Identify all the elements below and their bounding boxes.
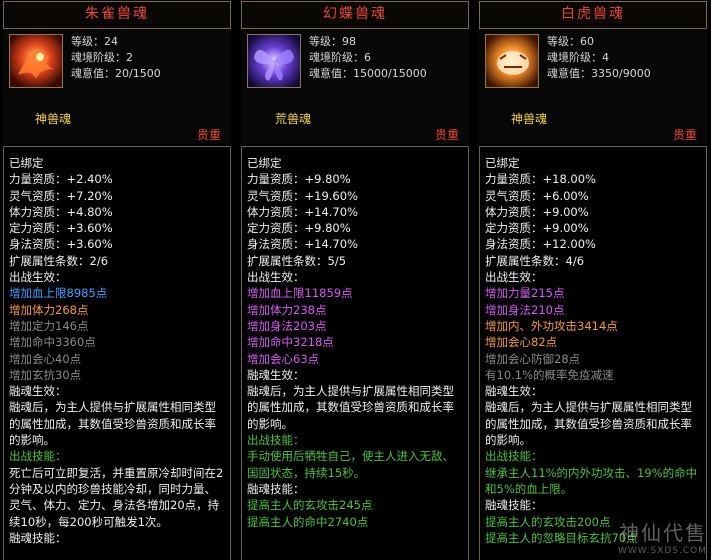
detail-line: 增加会心40点 (9, 351, 82, 366)
detail-line: 扩展属性条数：2/6 (9, 253, 109, 268)
detail-line: 身法资质：+3.60% (9, 237, 113, 252)
rarity-label: 贵重 (672, 128, 697, 142)
detail-line: 身法资质：+14.70% (247, 237, 358, 252)
detail-line: 增加血上限8985点 (9, 286, 108, 301)
soul-type-label: 神兽魂 (511, 112, 548, 126)
detail-line: 出战技能： (485, 449, 543, 464)
detail-line: 已绑定 (247, 156, 282, 170)
detail-line: 出战生效： (9, 270, 67, 285)
realm-tier-text: 魂境阶级：6 (309, 51, 371, 64)
detail-line: 增加会心82点 (485, 335, 558, 350)
detail-line: 增加体力238点 (247, 302, 327, 317)
detail-line: 已绑定 (485, 156, 520, 170)
detail-line: 定力资质：+9.00% (485, 221, 589, 236)
detail-line: 融魂技能： (9, 530, 67, 545)
detail-line: 体力资质：+14.70% (247, 204, 358, 219)
detail-line: 融魂技能： (247, 481, 305, 496)
card-header: 等级：24 魂境阶级：2 魂意值：20/1500 神兽魂 贵重 (3, 30, 231, 144)
detail-line: 增加会心防御28点 (485, 351, 581, 366)
level-text: 等级：98 (309, 35, 356, 48)
detail-line: 死亡后可立即复活，并重置原冷却时间在2分钟及以内的珍兽技能冷却，同时力量、灵气、… (9, 465, 224, 529)
detail-line: 灵气资质：+19.60% (247, 188, 358, 203)
beast-soul-panels: 朱雀兽魂 等级：24 魂境阶级：2 魂意值：20/1500 神兽魂 贵重 已绑定 (0, 0, 711, 560)
detail-line: 灵气资质：+6.00% (485, 188, 589, 203)
detail-line: 增加定力146点 (9, 318, 89, 333)
soul-value-text: 魂意值：20/1500 (71, 67, 161, 80)
detail-line: 融魂后，为主人提供与扩展属性相同类型的属性加成，其数值受珍兽资质和成长率的影响。 (485, 400, 692, 448)
detail-line: 身法资质：+12.00% (485, 237, 596, 252)
vermilion-bird-icon[interactable] (9, 34, 63, 88)
watermark-url-text: WWW.SXDS.COM (617, 546, 707, 556)
detail-line: 增加玄抗30点 (9, 367, 82, 382)
soul-value-text: 魂意值：15000/15000 (309, 67, 427, 80)
rarity-label: 贵重 (196, 128, 221, 142)
card-details: 已绑定力量资质：+9.80% 灵气资质：+19.60% 体力资质：+14.70% 定力… (241, 146, 469, 560)
detail-line: 融魂后，为主人提供与扩展属性相同类型的属性加成，其数值受珍兽资质和成长率的影响。 (9, 400, 216, 448)
detail-line: 增加血上限11859点 (247, 286, 353, 301)
rarity-label: 贵重 (434, 128, 459, 142)
detail-line: 出战技能： (247, 433, 305, 448)
detail-line: 体力资质：+9.00% (485, 204, 589, 219)
detail-line: 提高主人的玄攻击245点 (247, 498, 373, 513)
card-title: 幻蝶兽魂 (241, 1, 469, 29)
card-title: 朱雀兽魂 (3, 1, 231, 29)
detail-line: 灵气资质：+7.20% (9, 188, 113, 203)
detail-line: 扩展属性条数：5/5 (247, 253, 347, 268)
card-stats: 等级：98 魂境阶级：6 魂意值：15000/15000 (309, 34, 427, 82)
level-text: 等级：24 (71, 35, 118, 48)
realm-tier-text: 魂境阶级：2 (71, 51, 133, 64)
detail-line: 融魂技能： (485, 498, 543, 513)
detail-line: 融魂生效： (9, 384, 67, 399)
card-title: 白虎兽魂 (479, 1, 707, 29)
detail-line: 手动使用后牺牲自己，使主人进入无敌、国固状态，持续15秒。 (247, 449, 454, 480)
level-text: 等级：60 (547, 35, 594, 48)
detail-line: 增加身法203点 (247, 318, 327, 333)
detail-line: 增加命中3360点 (9, 335, 96, 350)
detail-line: 增加力量215点 (485, 286, 565, 301)
site-watermark: 神仙代售 WWW.SXDS.COM (618, 517, 707, 556)
beast-soul-card-butterfly[interactable]: 幻蝶兽魂 等级：98 魂境阶级：6 魂意值：15000/15000 荒兽魂 贵重 (238, 0, 472, 560)
detail-line: 出战生效： (485, 270, 543, 285)
detail-line: 增加内、外功攻击3414点 (485, 318, 618, 333)
detail-line: 增加会心63点 (247, 351, 320, 366)
detail-line: 继承主人11%的内外功攻击、19%的命中和5%的血上限。 (485, 465, 698, 496)
detail-line: 已绑定 (9, 156, 44, 170)
detail-line: 增加体力268点 (9, 302, 89, 317)
detail-line: 融魂生效： (485, 384, 543, 399)
soul-type-label: 荒兽魂 (275, 112, 312, 126)
detail-line: 融魂后，为主人提供与扩展属性相同类型的属性加成，其数值受珍兽资质和成长率的影响。 (247, 384, 454, 431)
detail-line: 定力资质：+3.60% (9, 221, 113, 236)
soul-type-label: 神兽魂 (35, 112, 72, 126)
detail-line: 提高主人的命中2740点 (247, 514, 369, 529)
soul-value-text: 魂意值：3350/9000 (547, 67, 651, 80)
detail-line: 融魂生效： (247, 367, 305, 382)
card-details: 已绑定力量资质：+18.00% 灵气资质：+6.00% 体力资质：+9.00% 定力资… (479, 146, 707, 560)
detail-line: 扩展属性条数：4/6 (485, 253, 585, 268)
detail-line: 定力资质：+9.80% (247, 221, 351, 236)
beast-soul-card-vermilion[interactable]: 朱雀兽魂 等级：24 魂境阶级：2 魂意值：20/1500 神兽魂 贵重 已绑定 (0, 0, 234, 560)
phantom-butterfly-icon[interactable] (247, 34, 301, 88)
detail-line: 有10.1%的概率免疫减速 (485, 367, 614, 382)
card-header: 等级：98 魂境阶级：6 魂意值：15000/15000 荒兽魂 贵重 (241, 30, 469, 144)
card-stats: 等级：60 魂境阶级：4 魂意值：3350/9000 (547, 34, 651, 82)
detail-line: 力量资质：+2.40% (9, 172, 113, 187)
card-stats: 等级：24 魂境阶级：2 魂意值：20/1500 (71, 34, 161, 82)
detail-line: 增加身法210点 (485, 302, 565, 317)
card-details: 已绑定力量资质：+2.40% 灵气资质：+7.20% 体力资质：+4.80% 定力资质… (3, 146, 231, 560)
detail-line: 力量资质：+18.00% (485, 172, 596, 187)
detail-line: 体力资质：+4.80% (9, 204, 113, 219)
realm-tier-text: 魂境阶级：4 (547, 51, 609, 64)
beast-soul-card-tiger[interactable]: 白虎兽魂 等级：60 魂境阶级：4 魂意值：3350/9000 神兽魂 贵重 已 (476, 0, 710, 560)
card-header: 等级：60 魂境阶级：4 魂意值：3350/9000 神兽魂 贵重 (479, 30, 707, 144)
detail-line: 增加命中3218点 (247, 335, 334, 350)
detail-line: 出战生效： (247, 270, 305, 285)
white-tiger-icon[interactable] (485, 34, 539, 88)
detail-line: 出战技能： (9, 449, 67, 464)
watermark-logo-text: 神仙代售 (619, 521, 707, 545)
detail-line: 力量资质：+9.80% (247, 172, 351, 187)
